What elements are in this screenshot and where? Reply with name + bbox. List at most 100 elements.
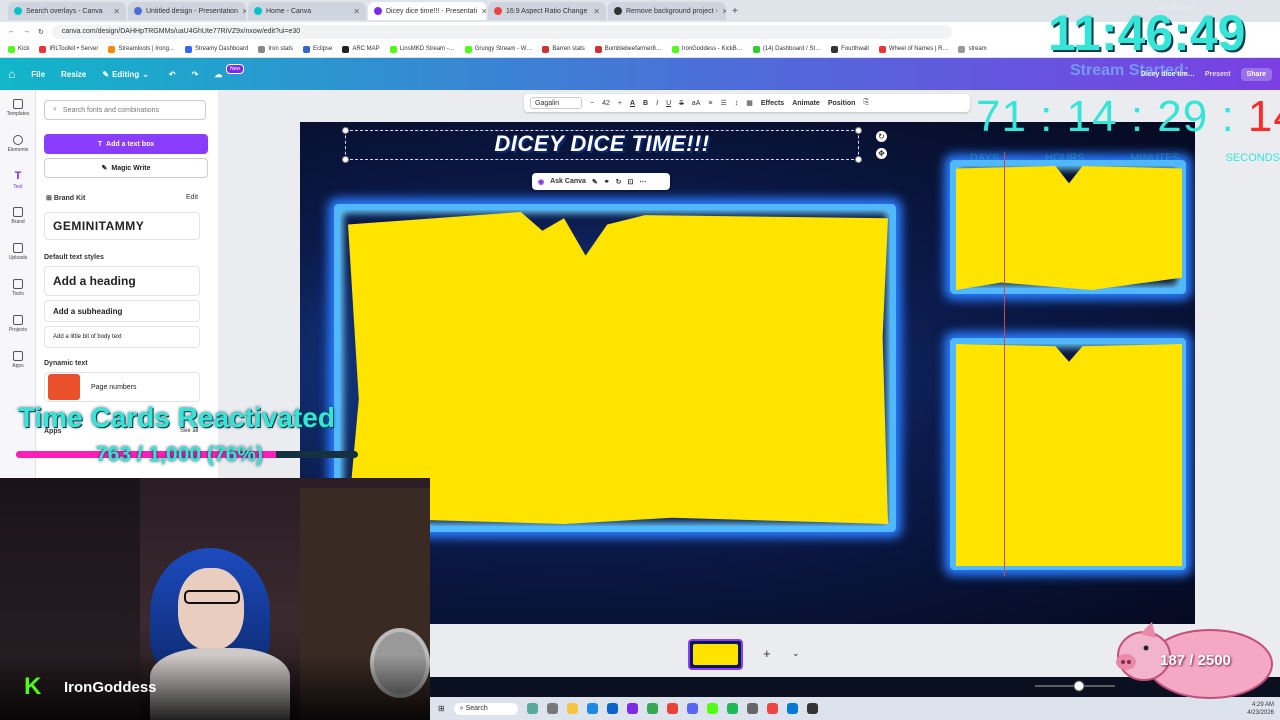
bookmark[interactable]: Kick (8, 45, 29, 53)
italic-icon[interactable]: I (656, 100, 658, 107)
bookmark[interactable]: IronGoddess - KickB… (671, 45, 743, 53)
forward-icon[interactable]: → (23, 28, 30, 35)
bookmark[interactable]: Fourthwall (831, 45, 869, 53)
taskbar-search[interactable]: ⌕ Search (453, 702, 518, 715)
close-tab-icon[interactable]: ✕ (242, 7, 246, 16)
font-search-input[interactable]: ⌕ Search fonts and combinations (44, 100, 206, 120)
browser-tab[interactable]: Remove background project - ✕ (608, 2, 726, 20)
close-tab-icon[interactable]: ✕ (722, 7, 726, 16)
brand-kit-edit-link[interactable]: Edit (186, 194, 198, 201)
spotify-icon[interactable] (726, 703, 738, 714)
bookmark-folder[interactable]: stream (958, 45, 987, 53)
discord-icon[interactable] (686, 703, 698, 714)
editing-mode-button[interactable]: ✎ Editing ⌄ (94, 70, 157, 79)
bookmark[interactable]: Eclipse (303, 45, 332, 53)
top-right-yellow-placeholder[interactable] (956, 166, 1182, 290)
animate-button[interactable]: Animate (792, 100, 820, 107)
browser-tab[interactable]: 16:9 Aspect Ratio Change ✕ (488, 2, 606, 20)
font-family-dropdown[interactable]: Gagalin (530, 97, 582, 109)
rail-uploads[interactable]: Uploads (0, 234, 36, 270)
paint-format-icon[interactable]: ⎘ (863, 99, 869, 107)
chevron-down-icon[interactable]: ⌄ (792, 648, 800, 659)
list-icon[interactable]: ☰ (720, 99, 726, 107)
rail-templates[interactable]: Templates (0, 90, 36, 126)
close-tab-icon[interactable]: ✕ (353, 7, 360, 16)
strikethrough-icon[interactable]: S (679, 100, 684, 107)
font-size-field[interactable]: 42 (602, 100, 610, 107)
bookmark[interactable]: Bumblebeefarmer8… (594, 45, 662, 53)
bookmark[interactable]: ARC MAP (342, 45, 380, 53)
page-thumbnail[interactable] (688, 639, 743, 670)
file-menu[interactable]: File (23, 70, 53, 79)
rail-apps[interactable]: Apps (0, 342, 36, 378)
effects-button[interactable]: Effects (761, 100, 784, 107)
bold-icon[interactable]: B (643, 100, 648, 107)
bookmark[interactable]: IRLToolkit • Server (39, 45, 98, 53)
browser-tab-active[interactable]: Dicey dice time!!! - Presentati ✕ (368, 2, 486, 20)
app-icon[interactable] (746, 703, 758, 714)
start-icon[interactable]: ⊞ (438, 704, 445, 713)
add-text-box-button[interactable]: T Add a text box (44, 134, 208, 154)
app-icon[interactable] (766, 703, 778, 714)
task-view-icon[interactable] (546, 703, 558, 714)
url-field[interactable]: canva.com/design/DAHHpTRGMMs/uaU4GhUte77… (51, 24, 952, 39)
bookmark[interactable]: Barren stats (542, 45, 585, 53)
resize-button[interactable]: Resize (53, 70, 94, 79)
bookmark[interactable]: Grungy Stream - W… (464, 45, 532, 53)
rail-elements[interactable]: Elements (0, 126, 36, 162)
font-size-decrease-icon[interactable]: − (590, 100, 594, 107)
close-tab-icon[interactable]: ✕ (481, 7, 486, 16)
present-button[interactable]: Present (1205, 71, 1231, 78)
browser-tab[interactable]: Home - Canva ✕ (248, 2, 366, 20)
app-icon[interactable] (786, 703, 798, 714)
move-icon[interactable]: ✥ (876, 148, 887, 159)
design-page[interactable] (300, 122, 1195, 624)
rail-projects[interactable]: Projects (0, 306, 36, 342)
zoom-handle[interactable] (1073, 680, 1085, 692)
undo-icon[interactable]: ↶ (157, 70, 184, 79)
letter-case-icon[interactable]: aA (692, 100, 701, 107)
redo-icon[interactable]: ↷ (184, 70, 207, 79)
obs-icon[interactable] (806, 703, 818, 714)
resize-handle[interactable] (342, 156, 349, 163)
share-button[interactable]: Share (1240, 67, 1272, 81)
position-button[interactable]: Position (828, 100, 856, 107)
bookmark[interactable]: Wheel of Names | R… (878, 45, 948, 53)
magic-icon[interactable]: ✎ (592, 178, 598, 186)
rotate-icon[interactable]: ↻ (876, 131, 887, 142)
spacing-icon[interactable]: ↕ (735, 100, 739, 107)
text-color-icon[interactable]: A (630, 100, 635, 107)
ask-canva-button[interactable]: Ask Canva (550, 178, 586, 185)
bookmark[interactable]: (14) Dashboard / St… (752, 45, 821, 53)
resize-handle[interactable] (855, 156, 862, 163)
brand-font-card[interactable]: GEMINITAMMY (44, 212, 200, 240)
close-tab-icon[interactable]: ✕ (113, 7, 120, 16)
edge-icon[interactable] (586, 703, 598, 714)
back-icon[interactable]: ← (8, 28, 15, 35)
lock-icon[interactable]: ⊡ (628, 178, 634, 186)
add-page-icon[interactable]: + (763, 646, 771, 661)
align-icon[interactable]: ≡ (708, 100, 712, 107)
file-explorer-icon[interactable] (566, 703, 578, 714)
app-icon[interactable] (626, 703, 638, 714)
add-body-card[interactable]: Add a little bit of body text (44, 326, 200, 348)
browser-tab[interactable]: Search overlays - Canva ✕ (8, 2, 126, 20)
bottom-right-yellow-placeholder[interactable] (956, 344, 1182, 566)
close-tab-icon[interactable]: ✕ (593, 7, 600, 16)
widgets-icon[interactable] (526, 703, 538, 714)
home-icon[interactable]: ⌂ (0, 67, 23, 81)
underline-icon[interactable]: U (666, 100, 671, 107)
refresh-icon[interactable]: ↻ (616, 178, 622, 186)
resize-handle[interactable] (342, 127, 349, 134)
font-size-increase-icon[interactable]: + (618, 100, 622, 107)
reload-icon[interactable]: ↻ (38, 28, 44, 36)
add-heading-card[interactable]: Add a heading (44, 266, 200, 296)
rail-tools[interactable]: Tools (0, 270, 36, 306)
magic-write-button[interactable]: ✎ Magic Write (44, 158, 208, 178)
add-subheading-card[interactable]: Add a subheading (44, 300, 200, 322)
system-clock[interactable]: 4:29 AM 4/23/2026 (1247, 701, 1280, 717)
new-tab-icon[interactable]: + (728, 6, 738, 17)
bookmark[interactable]: Iron stats (258, 45, 293, 53)
link-icon[interactable]: ⚭ (604, 178, 610, 186)
rail-brand[interactable]: Brand (0, 198, 36, 234)
